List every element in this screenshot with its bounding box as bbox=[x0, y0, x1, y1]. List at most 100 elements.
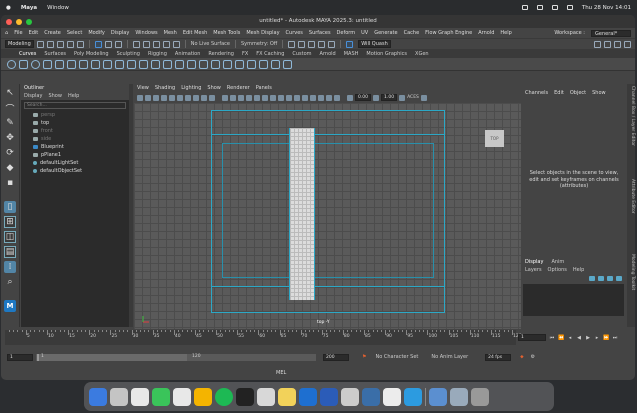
persp-graph-layout-icon[interactable]: ⁞ bbox=[4, 261, 16, 273]
window-menu[interactable]: Window bbox=[47, 5, 69, 11]
calendar-icon[interactable] bbox=[173, 387, 191, 406]
attach-curves-icon[interactable] bbox=[103, 59, 112, 69]
toggle-channel-box-icon[interactable] bbox=[604, 40, 611, 48]
menu-create[interactable]: Create bbox=[44, 30, 61, 36]
motion-blur-icon[interactable] bbox=[286, 94, 292, 101]
nurbs-square-icon[interactable] bbox=[19, 59, 28, 69]
shelf-tab-xgen[interactable]: XGen bbox=[415, 51, 429, 57]
photos-icon[interactable] bbox=[194, 387, 212, 406]
symmetry-select[interactable]: Symmetry: Off bbox=[241, 41, 277, 47]
snap-surface-icon[interactable] bbox=[172, 40, 180, 48]
downloads-icon[interactable] bbox=[429, 387, 447, 406]
finder-icon[interactable] bbox=[89, 387, 107, 406]
live-surface-label[interactable]: No Live Surface bbox=[191, 41, 230, 47]
rebuild-curve-icon[interactable] bbox=[163, 59, 172, 69]
resolution-gate-icon[interactable] bbox=[177, 94, 183, 101]
play-backward-icon[interactable]: ◀ bbox=[576, 335, 582, 341]
wifi-icon[interactable] bbox=[551, 5, 558, 10]
step-forward-icon[interactable]: ▸ bbox=[594, 335, 600, 341]
time-slider[interactable]: 5 10 15 20 25 30 35 40 45 50 55 60 65 70 75 80 85 90 95 100… bbox=[5, 330, 522, 345]
outliner-item[interactable]: side bbox=[21, 135, 129, 143]
start-time-field[interactable]: 1 bbox=[7, 353, 33, 361]
render-icon[interactable] bbox=[288, 40, 296, 48]
viewport-menu-view[interactable]: View bbox=[137, 84, 149, 92]
menu-file[interactable]: File bbox=[14, 30, 22, 36]
select-object-icon[interactable] bbox=[104, 40, 112, 48]
exposure-icon[interactable] bbox=[347, 94, 353, 101]
use-lights-icon[interactable] bbox=[262, 94, 268, 101]
lasso-tool-icon[interactable]: ⌒ bbox=[4, 102, 16, 115]
wireframe-on-shaded-icon[interactable] bbox=[246, 94, 252, 101]
viewport-menu-panels[interactable]: Panels bbox=[256, 84, 272, 92]
add-points-icon[interactable] bbox=[175, 59, 184, 69]
home-icon[interactable]: ⌂ bbox=[5, 30, 8, 36]
maya-home-icon[interactable]: M bbox=[4, 300, 16, 312]
ambient-occlusion-icon[interactable] bbox=[278, 94, 284, 101]
redo-icon[interactable] bbox=[76, 40, 84, 48]
viewport-menu-lighting[interactable]: Lighting bbox=[181, 84, 201, 92]
messages-icon[interactable] bbox=[152, 387, 170, 406]
select-hierarchy-icon[interactable] bbox=[94, 40, 102, 48]
outliner-item[interactable]: front bbox=[21, 127, 129, 135]
side-tab-attribute-editor[interactable]: Attribute Editor bbox=[627, 179, 635, 214]
fps-select[interactable]: 24 fps bbox=[485, 353, 512, 361]
x-ray-joints-icon[interactable] bbox=[326, 94, 332, 101]
outliner-item[interactable]: pPlane1 bbox=[21, 151, 129, 159]
isolate-select-icon[interactable] bbox=[310, 94, 316, 101]
outliner-menu-help[interactable]: Help bbox=[68, 92, 79, 100]
wireframe-icon[interactable] bbox=[222, 94, 228, 101]
fillet-curve-icon[interactable] bbox=[223, 59, 232, 69]
play-forward-icon[interactable]: ▶ bbox=[585, 335, 591, 341]
outliner-item[interactable]: persp bbox=[21, 111, 129, 119]
menu-cache[interactable]: Cache bbox=[404, 30, 420, 36]
shelf-tab-rendering[interactable]: Rendering bbox=[208, 51, 234, 57]
menu-surfaces[interactable]: Surfaces bbox=[309, 30, 331, 36]
ipr-render-icon[interactable] bbox=[298, 40, 306, 48]
shelf-tab-rigging[interactable]: Rigging bbox=[148, 51, 167, 57]
command-line[interactable]: MEL bbox=[1, 369, 635, 378]
clock[interactable]: Thu 28 Nov 14:01 bbox=[582, 5, 631, 11]
safe-action-icon[interactable] bbox=[201, 94, 207, 101]
control-center-icon[interactable] bbox=[566, 5, 573, 10]
layer-list[interactable] bbox=[523, 284, 624, 316]
snap-view-icon[interactable] bbox=[162, 40, 170, 48]
shelf-tab-animation[interactable]: Animation bbox=[175, 51, 201, 57]
grid-icon[interactable] bbox=[161, 94, 167, 101]
user-account[interactable]: Will Quash bbox=[358, 40, 391, 48]
last-tool-icon[interactable]: ▪ bbox=[4, 177, 16, 189]
outliner-scrollbar[interactable] bbox=[129, 84, 133, 327]
cv-curve-icon[interactable] bbox=[43, 59, 52, 69]
auto-key-icon[interactable]: ⚑ bbox=[362, 354, 366, 360]
menu-mesh-display[interactable]: Mesh Display bbox=[246, 30, 279, 36]
viewport-menu-shading[interactable]: Shading bbox=[155, 84, 175, 92]
outliner-item[interactable]: defaultLightSet bbox=[21, 159, 129, 167]
snap-curve-icon[interactable] bbox=[142, 40, 150, 48]
viewport-menu-show[interactable]: Show bbox=[207, 84, 221, 92]
outliner-item[interactable]: top bbox=[21, 119, 129, 127]
unity-icon[interactable] bbox=[236, 387, 254, 406]
gamma-icon[interactable] bbox=[373, 94, 380, 101]
mode-select[interactable]: Modeling bbox=[5, 40, 34, 48]
end-time-field[interactable]: 200 bbox=[323, 353, 349, 361]
camera-attributes-icon[interactable] bbox=[137, 94, 143, 101]
shelf-tab-surfaces[interactable]: Surfaces bbox=[44, 51, 66, 57]
viewport-panel-options-icon[interactable] bbox=[420, 94, 427, 101]
outlook-icon[interactable] bbox=[299, 387, 317, 406]
reverse-curve-icon[interactable] bbox=[247, 59, 256, 69]
notes-icon[interactable] bbox=[278, 387, 296, 406]
gate-mask-icon[interactable] bbox=[185, 94, 191, 101]
hypershade-icon[interactable] bbox=[318, 40, 326, 48]
menu-modify[interactable]: Modify bbox=[88, 30, 105, 36]
battery-icon[interactable] bbox=[536, 5, 543, 10]
shelf-tab-fx-caching[interactable]: FX Caching bbox=[256, 51, 284, 57]
menu-flow-graph-engine[interactable]: Flow Graph Engine bbox=[425, 30, 472, 36]
blueprint-plane[interactable] bbox=[289, 128, 315, 300]
depth-of-field-icon[interactable] bbox=[302, 94, 308, 101]
bezier-curve-icon[interactable] bbox=[55, 59, 64, 69]
outliner-menu-show[interactable]: Show bbox=[48, 92, 62, 100]
color-management-icon[interactable] bbox=[399, 94, 406, 101]
offset-curve-icon[interactable] bbox=[151, 59, 160, 69]
undo-icon[interactable] bbox=[66, 40, 74, 48]
menu-deform[interactable]: Deform bbox=[337, 30, 356, 36]
outliner-search[interactable]: Search... bbox=[24, 102, 126, 109]
